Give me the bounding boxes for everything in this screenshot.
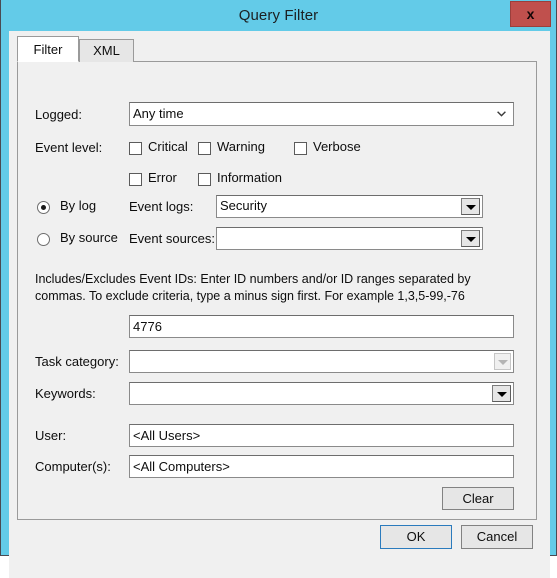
event-sources-dropdown[interactable]: [216, 227, 483, 250]
user-label: User:: [35, 428, 67, 443]
radio-by-log[interactable]: [37, 201, 50, 214]
triangle-down-icon: [465, 204, 476, 210]
tab-xml[interactable]: XML: [79, 39, 134, 62]
computers-input[interactable]: <All Computers>: [129, 455, 514, 478]
logged-dropdown[interactable]: Any time: [129, 102, 514, 126]
event-logs-dropdown-button[interactable]: [461, 198, 480, 215]
event-sources-label: Event sources:: [129, 231, 215, 246]
event-logs-dropdown[interactable]: Security: [216, 195, 483, 218]
logged-value: Any time: [133, 106, 184, 121]
keywords-label: Keywords:: [35, 386, 96, 401]
checkbox-warning-label: Warning: [217, 139, 265, 154]
checkbox-error-box[interactable]: [129, 173, 142, 186]
computers-label: Computer(s):: [35, 459, 111, 474]
task-category-dropdown[interactable]: [129, 350, 514, 373]
checkbox-verbose-label: Verbose: [313, 139, 361, 154]
close-icon[interactable]: x: [510, 1, 551, 27]
tab-strip: Filter XML: [17, 36, 537, 62]
task-category-label: Task category:: [35, 354, 119, 369]
event-ids-help-text: Includes/Excludes Event IDs: Enter ID nu…: [35, 272, 471, 303]
title-bar: Query Filter x: [1, 0, 556, 31]
chevron-down-icon: [497, 111, 506, 117]
tab-filter[interactable]: Filter: [17, 36, 79, 62]
radio-by-source[interactable]: [37, 233, 50, 246]
checkbox-verbose-box[interactable]: [294, 142, 307, 155]
dialog-footer: OK Cancel: [9, 520, 550, 578]
checkbox-error-label: Error: [148, 170, 177, 185]
cancel-button[interactable]: Cancel: [461, 525, 533, 549]
radio-by-source-label[interactable]: By source: [60, 230, 118, 245]
triangle-down-icon: [496, 391, 507, 397]
radio-by-log-dot: [41, 205, 46, 210]
event-ids-input[interactable]: 4776: [129, 315, 514, 338]
event-logs-value: Security: [220, 198, 267, 213]
task-category-dropdown-button: [494, 353, 511, 370]
keywords-dropdown-button[interactable]: [492, 385, 511, 402]
clear-button[interactable]: Clear: [442, 487, 514, 510]
dialog-body: Filter XML Logged: Any time Event level:…: [9, 31, 550, 578]
checkbox-critical-label: Critical: [148, 139, 188, 154]
checkbox-information-box[interactable]: [198, 173, 211, 186]
checkbox-information-label: Information: [217, 170, 283, 185]
logged-label: Logged:: [35, 107, 82, 122]
user-input[interactable]: <All Users>: [129, 424, 514, 447]
checkbox-critical-box[interactable]: [129, 142, 142, 155]
keywords-dropdown[interactable]: [129, 382, 514, 405]
query-filter-window: Query Filter x Filter XML Logged: Any ti…: [0, 0, 557, 578]
triangle-down-icon: [497, 359, 508, 365]
checkbox-warning-box[interactable]: [198, 142, 211, 155]
radio-by-log-label[interactable]: By log: [60, 198, 96, 213]
ok-button[interactable]: OK: [380, 525, 452, 549]
triangle-down-icon: [465, 236, 476, 242]
event-sources-dropdown-button[interactable]: [461, 230, 480, 247]
event-logs-label: Event logs:: [129, 199, 194, 214]
event-level-label: Event level:: [35, 140, 103, 155]
window-title: Query Filter: [238, 7, 319, 24]
filter-tab-panel: Logged: Any time Event level: Critical W…: [17, 61, 537, 520]
